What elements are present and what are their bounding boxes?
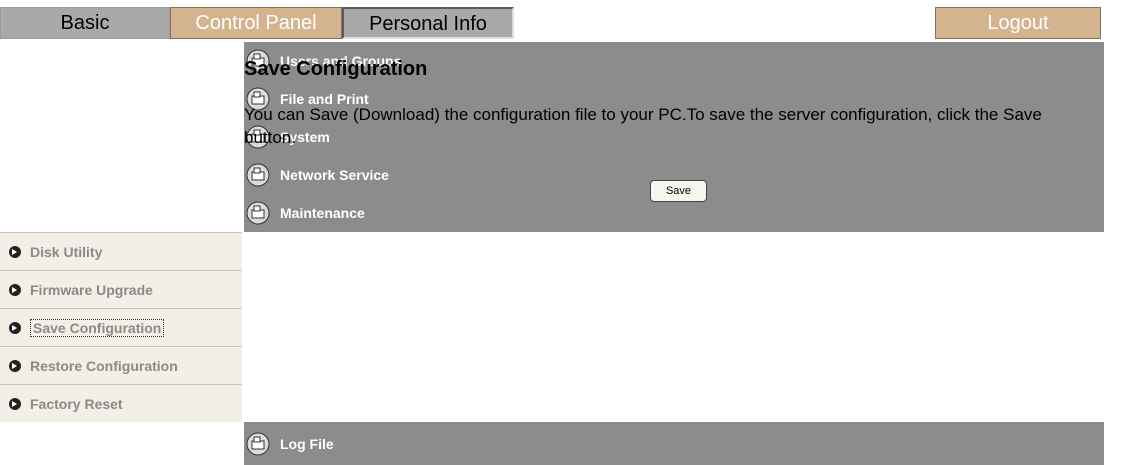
main-content: Save Configuration You can Save (Downloa… [244, 58, 1104, 149]
description-text: You can Save (Download) the configuratio… [244, 105, 1042, 147]
sidebar-item-label: Network Service [280, 167, 389, 183]
sidebar-item-label: Log File [280, 435, 334, 452]
logout-button[interactable]: Logout [935, 7, 1101, 39]
bullet-arrow-icon [9, 359, 21, 372]
save-button[interactable]: Save [650, 180, 707, 202]
tab-basic[interactable]: Basic [0, 7, 170, 39]
sidebar-item-disk-utility[interactable]: Disk Utility [0, 232, 242, 270]
page-title: Save Configuration [244, 58, 428, 80]
sidebar-item-label: Maintenance [280, 205, 365, 221]
sidebar-item-log-file[interactable]: Log File [244, 422, 1104, 465]
sidebar: Users and Groups File and Print System N… [0, 42, 1104, 465]
sidebar-item-label: Disk Utility [30, 243, 103, 260]
sidebar-item-restore-configuration[interactable]: Restore Configuration [0, 346, 242, 384]
tab-personal-info[interactable]: Personal Info [342, 7, 514, 39]
folder-icon [246, 163, 270, 187]
sidebar-item-label: Firmware Upgrade [30, 281, 153, 298]
bullet-arrow-icon [9, 321, 21, 334]
bullet-arrow-icon [9, 283, 21, 296]
tab-control-panel[interactable]: Control Panel [170, 7, 342, 39]
bullet-arrow-icon [9, 245, 21, 258]
sidebar-item-label: Save Configuration [30, 318, 165, 337]
folder-icon [246, 201, 270, 225]
bullet-arrow-icon [9, 397, 21, 410]
folder-icon [246, 432, 270, 455]
sidebar-item-firmware-upgrade[interactable]: Firmware Upgrade [0, 270, 242, 308]
top-navigation: Basic Control Panel Personal Info Logout [0, 0, 1123, 42]
sidebar-item-factory-reset[interactable]: Factory Reset [0, 384, 242, 422]
sidebar-item-label: Restore Configuration [30, 357, 178, 374]
sidebar-item-label: Factory Reset [30, 395, 123, 412]
sidebar-item-save-configuration[interactable]: Save Configuration [0, 308, 242, 346]
